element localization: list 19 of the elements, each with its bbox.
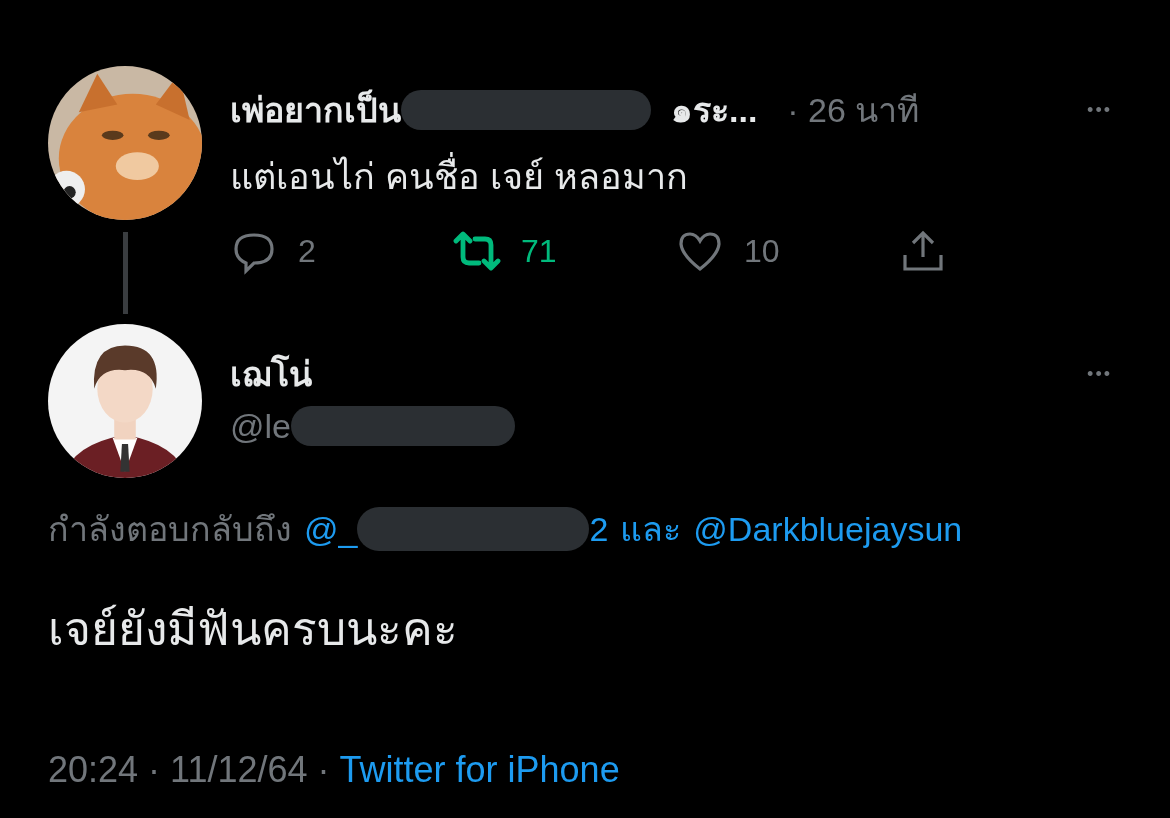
- mention-link[interactable]: 2: [589, 509, 609, 549]
- source-link[interactable]: Twitter for iPhone: [339, 749, 620, 791]
- tweet-text: แต่เอนไก่ คนชื่อ เจย์ หลอมาก: [230, 148, 1122, 205]
- author-handle: @le: [230, 406, 291, 446]
- author-name: ๑ระ...: [671, 90, 758, 131]
- mention-joiner: และ: [620, 509, 682, 550]
- author-name: เพ่อยากเป็น: [230, 88, 401, 131]
- action-count: 71: [521, 232, 557, 270]
- mention-link[interactable]: @Darkbluejaysun: [693, 509, 963, 549]
- mention-link[interactable]: @_: [304, 509, 358, 549]
- action-count: 2: [298, 232, 316, 270]
- tweet-timestamp: 20:24 · 11/12/64 ·: [48, 749, 330, 791]
- replying-to-label: กำลังตอบกลับถึง: [48, 509, 292, 550]
- more-button[interactable]: •••: [1087, 363, 1122, 385]
- tweet-time: · 26 นาที: [787, 90, 920, 131]
- author-name: เฌโน่: [230, 353, 312, 395]
- more-button[interactable]: •••: [1087, 99, 1122, 121]
- tweet-text: เจย์ยังมีฟันครบนะคะ: [47, 602, 459, 657]
- action-count: 10: [744, 232, 780, 270]
